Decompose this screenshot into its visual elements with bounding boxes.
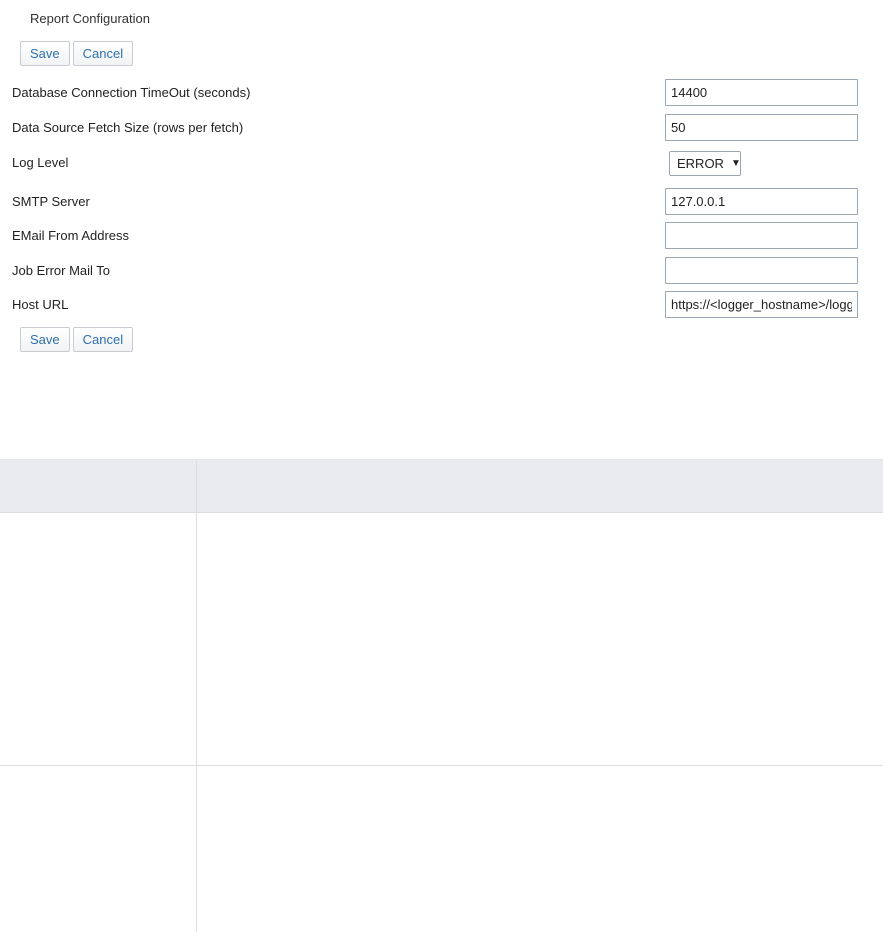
log-level-value: ERROR: [677, 156, 724, 171]
table-row-divider: [0, 512, 883, 513]
job-error-mail-input[interactable]: [665, 257, 858, 284]
bottom-button-row: Save Cancel: [20, 327, 134, 352]
description-table: [0, 459, 883, 932]
email-from-input[interactable]: [665, 222, 858, 249]
db-timeout-input[interactable]: [665, 79, 858, 106]
smtp-server-input[interactable]: [665, 188, 858, 215]
table-header: [0, 460, 883, 512]
save-button-top[interactable]: Save: [20, 41, 70, 66]
field-row-fetch-size: Data Source Fetch Size (rows per fetch): [0, 114, 883, 144]
cancel-button-bottom[interactable]: Cancel: [72, 327, 134, 352]
top-button-row: Save Cancel: [20, 41, 134, 66]
smtp-server-label: SMTP Server: [12, 194, 90, 209]
host-url-input[interactable]: [665, 291, 858, 318]
cancel-button-top[interactable]: Cancel: [72, 41, 134, 66]
host-url-label: Host URL: [12, 297, 69, 312]
field-row-host-url: Host URL: [0, 291, 883, 321]
db-timeout-label: Database Connection TimeOut (seconds): [12, 85, 251, 100]
field-row-db-timeout: Database Connection TimeOut (seconds): [0, 79, 883, 109]
field-row-log-level: Log Level ERROR ▼: [0, 149, 883, 179]
field-row-email-from: EMail From Address: [0, 222, 883, 252]
log-level-label: Log Level: [12, 155, 69, 170]
field-row-smtp: SMTP Server: [0, 188, 883, 218]
panel-title: Report Configuration: [30, 11, 150, 26]
fetch-size-label: Data Source Fetch Size (rows per fetch): [12, 120, 244, 135]
fetch-size-input[interactable]: [665, 114, 858, 141]
log-level-select[interactable]: ERROR ▼: [669, 151, 741, 176]
email-from-label: EMail From Address: [12, 228, 130, 243]
table-row-divider: [0, 765, 883, 766]
job-error-mail-label: Job Error Mail To: [12, 263, 111, 278]
chevron-down-icon: ▼: [730, 158, 741, 169]
column-divider: [196, 460, 197, 932]
save-button-bottom[interactable]: Save: [20, 327, 70, 352]
field-row-job-error: Job Error Mail To: [0, 257, 883, 287]
